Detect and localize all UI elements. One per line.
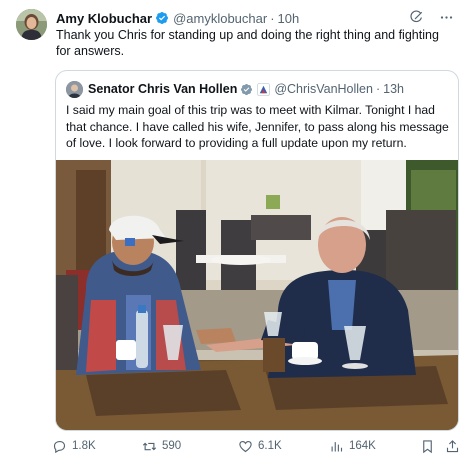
views-icon <box>331 441 343 451</box>
tweet-actions: 1.8K 590 6.1K 164K <box>52 436 462 456</box>
retweet-button[interactable]: 590 <box>142 439 181 454</box>
affiliation-badge-icon <box>257 82 271 96</box>
more-icon[interactable] <box>438 9 454 25</box>
quote-photo[interactable] <box>56 160 458 430</box>
tweet: Amy Klobuchar @amyklobuchar · 10h Thank … <box>0 0 474 461</box>
separator: · <box>375 82 381 96</box>
views-button[interactable]: 164K <box>329 439 376 454</box>
bookmark-icon <box>423 439 432 453</box>
author-handle[interactable]: @amyklobuchar <box>173 11 267 26</box>
heart-icon <box>239 440 252 452</box>
gov-badge-icon <box>240 83 253 96</box>
like-button[interactable]: 6.1K <box>238 439 282 454</box>
quote-author-avatar <box>66 80 83 98</box>
share-icon <box>446 439 459 452</box>
views-count: 164K <box>349 440 376 452</box>
quoted-tweet[interactable]: Senator Chris Van Hollen @ChrisVanHollen… <box>55 70 459 431</box>
header-actions <box>408 9 454 25</box>
share-button[interactable] <box>445 439 460 454</box>
like-count: 6.1K <box>258 440 282 452</box>
author-name[interactable]: Amy Klobuchar <box>56 11 152 26</box>
timestamp[interactable]: 10h <box>278 11 300 26</box>
retweet-count: 590 <box>162 440 182 452</box>
reply-count: 1.8K <box>72 440 96 452</box>
tweet-header: Amy Klobuchar @amyklobuchar · 10h <box>56 9 454 27</box>
grok-icon[interactable] <box>408 9 424 25</box>
retweet-icon <box>142 442 157 450</box>
quote-text: I said my main goal of this trip was to … <box>66 103 449 150</box>
author-avatar[interactable] <box>16 9 47 40</box>
bookmark-button[interactable] <box>420 439 435 454</box>
separator: · <box>270 10 275 26</box>
quote-author-name: Senator Chris Van Hollen <box>88 82 238 96</box>
reply-button[interactable]: 1.8K <box>52 439 96 454</box>
quote-header: Senator Chris Van Hollen @ChrisVanHollen… <box>66 80 448 98</box>
quote-timestamp: 13h <box>383 82 404 96</box>
quote-author-handle: @ChrisVanHollen <box>274 82 373 96</box>
verified-badge-icon <box>155 11 169 25</box>
reply-icon <box>53 440 66 453</box>
tweet-text: Thank you Chris for standing up and doin… <box>56 28 439 58</box>
